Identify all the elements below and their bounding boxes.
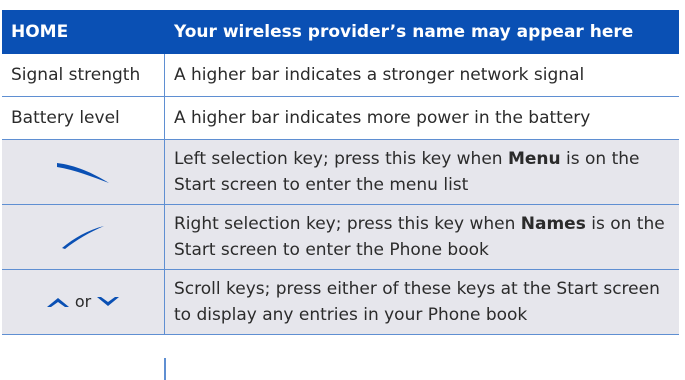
scroll-up-icon	[46, 298, 69, 307]
row-key-cell	[2, 140, 165, 204]
row-description: A higher bar indicates a stronger networ…	[174, 65, 585, 85]
desc-text: Right selection key; press this key when	[174, 214, 521, 234]
row-description: A higher bar indicates more power in the…	[174, 108, 591, 128]
left-selection-key-icon	[57, 163, 109, 183]
row-description: Right selection key; press this key when…	[165, 205, 679, 269]
names-keyword: Names	[520, 214, 586, 234]
menu-keyword: Menu	[507, 149, 561, 169]
scroll-keys-icon: or	[45, 289, 121, 315]
scroll-down-icon	[97, 297, 120, 306]
row-description: Left selection key; press this key when …	[165, 140, 679, 204]
table-row: Signal strength A higher bar indicates a…	[2, 54, 679, 97]
table-row: Left selection key; press this key when …	[2, 140, 679, 205]
or-label: or	[74, 292, 92, 311]
row-label: Battery level	[2, 97, 165, 139]
row-key-cell: or	[2, 270, 165, 334]
table-row: or Scroll keys; press either of these ke…	[2, 270, 679, 335]
table-row: Right selection key; press this key when…	[2, 205, 679, 270]
home-key-table: HOME Your wireless provider’s name may a…	[2, 10, 679, 335]
column-divider	[164, 358, 166, 380]
row-key-cell	[2, 205, 165, 269]
right-selection-key-icon	[62, 226, 104, 249]
row-label: Signal strength	[2, 54, 165, 96]
desc-text: Left selection key; press this key when	[174, 149, 508, 169]
table-row: Battery level A higher bar indicates mor…	[2, 97, 679, 140]
table-header-row: HOME Your wireless provider’s name may a…	[2, 10, 679, 54]
header-provider-name: Your wireless provider’s name may appear…	[174, 22, 634, 42]
header-home: HOME	[11, 22, 69, 42]
row-description: Scroll keys; press either of these keys …	[174, 279, 660, 325]
